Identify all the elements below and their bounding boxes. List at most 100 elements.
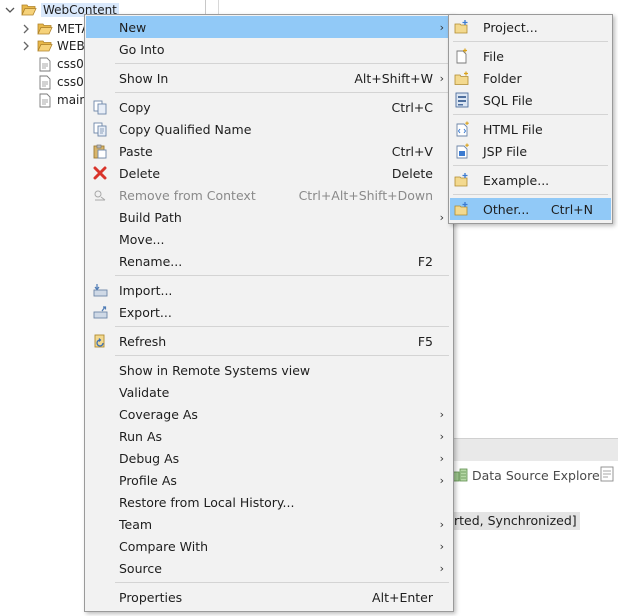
menu-item-source[interactable]: Source ›	[86, 557, 452, 579]
submenu-arrow-icon: ›	[439, 210, 444, 224]
folder-icon	[37, 21, 53, 37]
menu-separator	[115, 326, 449, 327]
menu-item-move[interactable]: Move...	[86, 228, 452, 250]
chevron-down-icon[interactable]	[4, 4, 16, 16]
export-icon	[92, 304, 108, 320]
menu-item-rename[interactable]: Rename... F2	[86, 250, 452, 272]
file-icon	[37, 92, 53, 108]
menu-item-label: Example...	[483, 172, 550, 188]
submenu-item-other[interactable]: Other... Ctrl+N	[450, 198, 611, 220]
menu-item-label: JSP File	[483, 143, 528, 159]
menu-item-label: Properties	[119, 589, 183, 605]
menu-item-shortcut: Alt+Enter	[372, 589, 433, 605]
menu-item-build-path[interactable]: Build Path ›	[86, 206, 452, 228]
menu-separator	[453, 41, 608, 42]
menu-item-restore-local-history[interactable]: Restore from Local History...	[86, 491, 452, 513]
menu-item-show-remote-systems[interactable]: Show in Remote Systems view	[86, 359, 452, 381]
menu-separator	[115, 582, 449, 583]
menu-item-shortcut: Delete	[391, 165, 433, 181]
submenu-item-file[interactable]: File	[450, 45, 611, 67]
submenu-item-sql-file[interactable]: SQL File	[450, 89, 611, 111]
chevron-right-icon[interactable]	[20, 23, 32, 35]
submenu-item-jsp-file[interactable]: JSP File	[450, 140, 611, 162]
database-icon	[452, 467, 468, 483]
submenu-item-project[interactable]: Project...	[450, 16, 611, 38]
new-file-icon	[454, 48, 470, 64]
tree-row-css-2[interactable]: css0	[37, 72, 84, 92]
context-menu: New › Go Into Show In Alt+Shift+W › Copy…	[84, 14, 454, 612]
html-file-icon	[454, 121, 470, 137]
submenu-item-html-file[interactable]: HTML File	[450, 118, 611, 140]
tree-row-css-1[interactable]: css0	[37, 54, 84, 74]
menu-item-label: Folder	[483, 70, 522, 86]
menu-item-label: Validate	[119, 384, 170, 400]
menu-item-import[interactable]: Import...	[86, 279, 452, 301]
menu-item-copy[interactable]: Copy Ctrl+C	[86, 96, 452, 118]
menu-item-shortcut: F5	[417, 333, 433, 349]
delete-icon	[92, 165, 108, 181]
menu-item-label: New	[119, 19, 147, 35]
menu-item-shortcut: Alt+Shift+W	[354, 70, 433, 86]
menu-item-label: Coverage As	[119, 406, 198, 422]
menu-item-label: Run As	[119, 428, 163, 444]
menu-item-delete[interactable]: Delete Delete	[86, 162, 452, 184]
menu-item-debug-as[interactable]: Debug As ›	[86, 447, 452, 469]
menu-item-label: File	[483, 48, 504, 64]
submenu-item-example[interactable]: Example...	[450, 169, 611, 191]
menu-item-label: Debug As	[119, 450, 180, 466]
menu-item-shortcut: Ctrl+Alt+Shift+Down	[298, 187, 433, 203]
menu-item-run-as[interactable]: Run As ›	[86, 425, 452, 447]
menu-item-new[interactable]: New ›	[86, 16, 452, 38]
menu-item-coverage-as[interactable]: Coverage As ›	[86, 403, 452, 425]
menu-item-validate[interactable]: Validate	[86, 381, 452, 403]
submenu-arrow-icon: ›	[439, 539, 444, 553]
menu-item-paste[interactable]: Paste Ctrl+V	[86, 140, 452, 162]
menu-item-shortcut: Ctrl+V	[391, 143, 433, 159]
new-folder-icon	[454, 70, 470, 86]
submenu-item-folder[interactable]: Folder	[450, 67, 611, 89]
menu-item-properties[interactable]: Properties Alt+Enter	[86, 586, 452, 608]
tree-row-main[interactable]: main	[37, 90, 87, 110]
tree-row-web[interactable]: WEB	[20, 36, 85, 56]
menu-item-label: Paste	[119, 143, 153, 159]
refresh-icon	[92, 333, 108, 349]
copy-qualified-icon	[92, 121, 108, 137]
panel-tab-bar	[448, 438, 618, 461]
tree-label: css0	[57, 75, 84, 89]
menu-separator	[453, 194, 608, 195]
submenu-arrow-icon: ›	[439, 451, 444, 465]
menu-item-label: Import...	[119, 282, 173, 298]
server-status-text: rted, Synchronized]	[452, 512, 580, 530]
menu-item-shortcut: Ctrl+N	[550, 201, 593, 217]
menu-item-compare-with[interactable]: Compare With ›	[86, 535, 452, 557]
jsp-file-icon	[454, 143, 470, 159]
menu-item-go-into[interactable]: Go Into	[86, 38, 452, 60]
menu-item-copy-qualified-name[interactable]: Copy Qualified Name	[86, 118, 452, 140]
chevron-right-icon[interactable]	[20, 40, 32, 52]
menu-item-label: Show in Remote Systems view	[119, 362, 311, 378]
menu-item-refresh[interactable]: Refresh F5	[86, 330, 452, 352]
menu-item-label: Delete	[119, 165, 161, 181]
menu-separator	[115, 275, 449, 276]
menu-item-export[interactable]: Export...	[86, 301, 452, 323]
copy-icon	[92, 99, 108, 115]
tab-data-source-explorer[interactable]: Data Source Explorer	[452, 463, 605, 487]
menu-item-show-in[interactable]: Show In Alt+Shift+W ›	[86, 67, 452, 89]
new-submenu: Project... File Folder SQL File HTML Fil…	[448, 14, 613, 224]
menu-item-label: Refresh	[119, 333, 167, 349]
paste-icon	[92, 143, 108, 159]
menu-item-shortcut: F2	[417, 253, 433, 269]
menu-item-remove-from-context: Remove from Context Ctrl+Alt+Shift+Down	[86, 184, 452, 206]
submenu-arrow-icon: ›	[439, 561, 444, 575]
menu-separator	[115, 355, 449, 356]
menu-item-label: HTML File	[483, 121, 543, 137]
menu-item-label: SQL File	[483, 92, 533, 108]
menu-item-label: Restore from Local History...	[119, 494, 295, 510]
panel-view-icon[interactable]	[600, 466, 614, 485]
css-file-icon	[37, 74, 53, 90]
menu-item-label: Show In	[119, 70, 169, 86]
menu-item-label: Copy	[119, 99, 151, 115]
menu-item-profile-as[interactable]: Profile As ›	[86, 469, 452, 491]
menu-item-team[interactable]: Team ›	[86, 513, 452, 535]
menu-item-shortcut: Ctrl+C	[391, 99, 433, 115]
